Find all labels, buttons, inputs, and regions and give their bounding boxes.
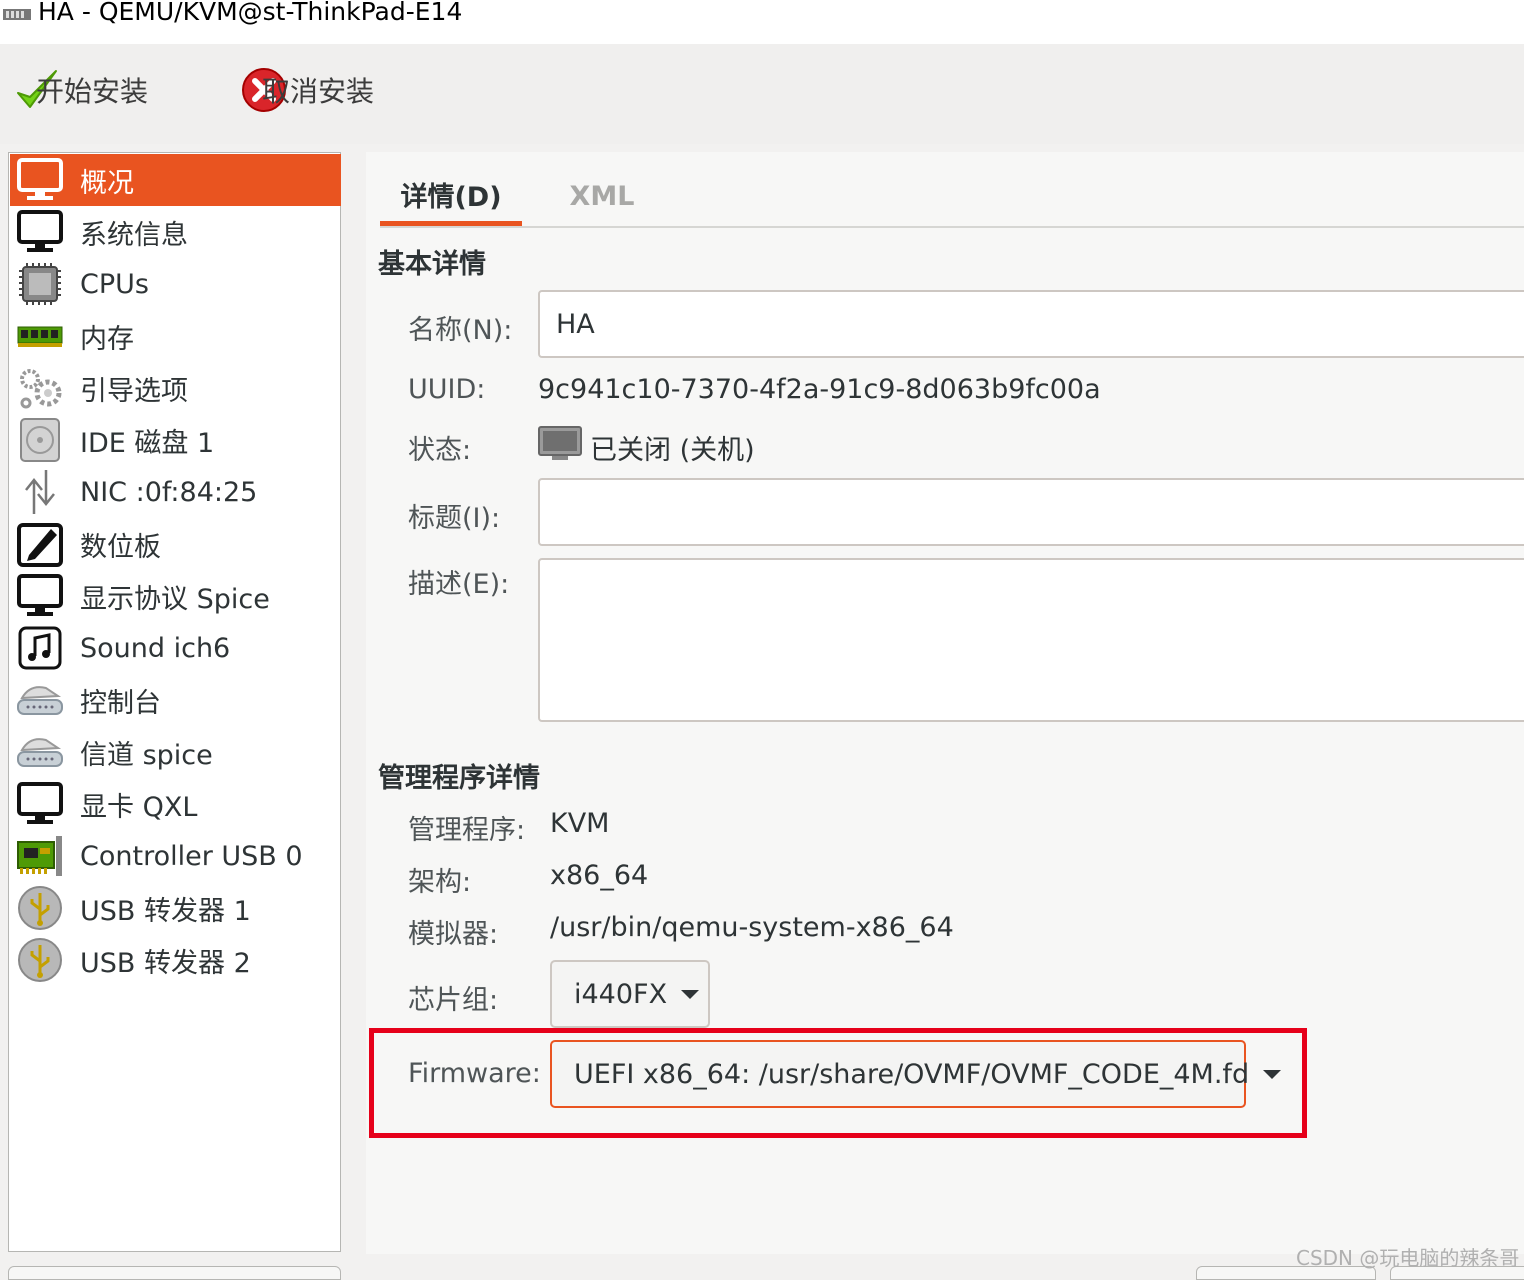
- name-field[interactable]: [538, 290, 1524, 358]
- window-title: HA - QEMU/KVM@st-ThinkPad-E14: [38, 0, 463, 26]
- sidebar-item-label: 显示协议 Spice: [80, 583, 270, 615]
- sidebar-item-usb-redirector-2[interactable]: USB 转发器 2: [10, 934, 341, 986]
- virt-manager-icon: [3, 9, 31, 20]
- sidebar-item-label: 信道 spice: [80, 739, 213, 771]
- sidebar-item-boot-options[interactable]: 引导选项: [10, 362, 341, 414]
- window-titlebar: HA - QEMU/KVM@st-ThinkPad-E14: [0, 0, 1524, 44]
- sidebar-item-video-qxl[interactable]: 显卡 QXL: [10, 778, 341, 830]
- sidebar-item-label: 系统信息: [80, 219, 188, 251]
- cancel-install-button[interactable]: 取消安装: [240, 62, 374, 118]
- gears-icon: [14, 363, 66, 413]
- sidebar-item-memory[interactable]: 内存: [10, 310, 341, 362]
- sidebar-item-nic[interactable]: NIC :0f:84:25: [10, 466, 341, 518]
- hypervisor-value: KVM: [550, 808, 610, 839]
- sidebar-item-label: Controller USB 0: [80, 840, 303, 872]
- tablet-pen-icon: [14, 519, 66, 569]
- usb-icon: [14, 883, 66, 933]
- uuid-label: UUID:: [408, 374, 486, 405]
- sidebar-item-usb-redirector-1[interactable]: USB 转发器 1: [10, 882, 341, 934]
- serial-port-icon: [14, 727, 66, 777]
- title-field[interactable]: [538, 478, 1524, 546]
- emulator-label: 模拟器:: [408, 919, 499, 950]
- sidebar-item-display-spice[interactable]: 显示协议 Spice: [10, 570, 341, 622]
- sidebar-item-label: 内存: [80, 323, 134, 355]
- music-note-icon: [14, 623, 66, 673]
- hypervisor-label: 管理程序:: [408, 815, 526, 846]
- sidebar-item-tablet[interactable]: 数位板: [10, 518, 341, 570]
- sidebar-item-ide-disk[interactable]: IDE 磁盘 1: [10, 414, 341, 466]
- dropdown-arrow-icon: [681, 989, 700, 999]
- name-label: 名称(N):: [408, 315, 513, 346]
- monitor-icon: [14, 155, 66, 205]
- chipset-dropdown[interactable]: i440FX: [550, 960, 710, 1028]
- basic-details-heading: 基本详情: [378, 249, 486, 280]
- sidebar-item-console[interactable]: 控制台: [10, 674, 341, 726]
- cancel-install-label: 取消安装: [262, 75, 375, 108]
- status-label: 状态:: [408, 435, 472, 466]
- uuid-value: 9c941c10-7370-4f2a-91c9-8d063b9fc00a: [538, 374, 1101, 405]
- monitor-icon: [14, 207, 66, 257]
- sidebar-item-label: CPUs: [80, 268, 149, 300]
- vm-off-monitor-icon: [538, 426, 582, 460]
- sidebar-item-controller-usb[interactable]: Controller USB 0: [10, 830, 341, 882]
- firmware-highlight-annotation: [369, 1028, 1307, 1138]
- tab-xml[interactable]: XML: [542, 168, 662, 224]
- sidebar-item-system-info[interactable]: 系统信息: [10, 206, 341, 258]
- sidebar-item-label: IDE 磁盘 1: [80, 427, 215, 459]
- hypervisor-details-heading: 管理程序详情: [378, 763, 540, 794]
- title-label: 标题(I):: [408, 503, 501, 534]
- add-hardware-button[interactable]: [8, 1266, 341, 1280]
- emulator-value: /usr/bin/qemu-system-x86_64: [550, 912, 954, 943]
- sidebar-item-channel-spice[interactable]: 信道 spice: [10, 726, 341, 778]
- memory-module-icon: [14, 311, 66, 361]
- chipset-label: 芯片组:: [408, 985, 499, 1016]
- usb-icon: [14, 935, 66, 985]
- toolbar: 开始安装 取消安装: [0, 44, 1524, 144]
- sidebar-item-overview[interactable]: 概况: [10, 154, 341, 206]
- sidebar-item-label: Sound ich6: [80, 632, 231, 664]
- cpu-chip-icon: [14, 259, 66, 309]
- tab-bar: 详情(D) XML: [380, 168, 1524, 228]
- sidebar-item-label: 控制台: [80, 687, 161, 719]
- chipset-value: i440FX: [574, 978, 668, 1010]
- architecture-label: 架构:: [408, 867, 472, 898]
- sidebar-item-sound[interactable]: Sound ich6: [10, 622, 341, 674]
- serial-port-icon: [14, 675, 66, 725]
- sidebar-item-label: USB 转发器 2: [80, 947, 251, 979]
- monitor-icon: [14, 571, 66, 621]
- status-value: 已关闭 (关机): [590, 435, 755, 466]
- pci-card-icon: [14, 831, 66, 881]
- description-label: 描述(E):: [408, 569, 510, 600]
- network-arrows-icon: [14, 467, 66, 517]
- monitor-icon: [14, 779, 66, 829]
- sidebar-item-label: 数位板: [80, 531, 161, 563]
- architecture-value: x86_64: [550, 860, 649, 891]
- description-field[interactable]: [538, 558, 1524, 722]
- sidebar-item-label: 引导选项: [80, 375, 188, 407]
- sidebar-item-label: USB 转发器 1: [80, 895, 251, 927]
- watermark: CSDN @玩电脑的辣条哥: [1296, 1246, 1520, 1270]
- disk-icon: [14, 415, 66, 465]
- begin-install-button[interactable]: 开始安装: [14, 62, 148, 118]
- sidebar-item-cpus[interactable]: CPUs: [10, 258, 341, 310]
- begin-install-label: 开始安装: [36, 75, 149, 108]
- hardware-sidebar: 概况 系统信息 CPUs 内存 引导选项 IDE 磁盘 1 NIC :0f:84…: [8, 152, 341, 1252]
- sidebar-item-label: NIC :0f:84:25: [80, 476, 258, 508]
- tab-details[interactable]: 详情(D): [380, 168, 522, 226]
- sidebar-item-label: 概况: [80, 167, 134, 199]
- sidebar-item-label: 显卡 QXL: [80, 791, 198, 823]
